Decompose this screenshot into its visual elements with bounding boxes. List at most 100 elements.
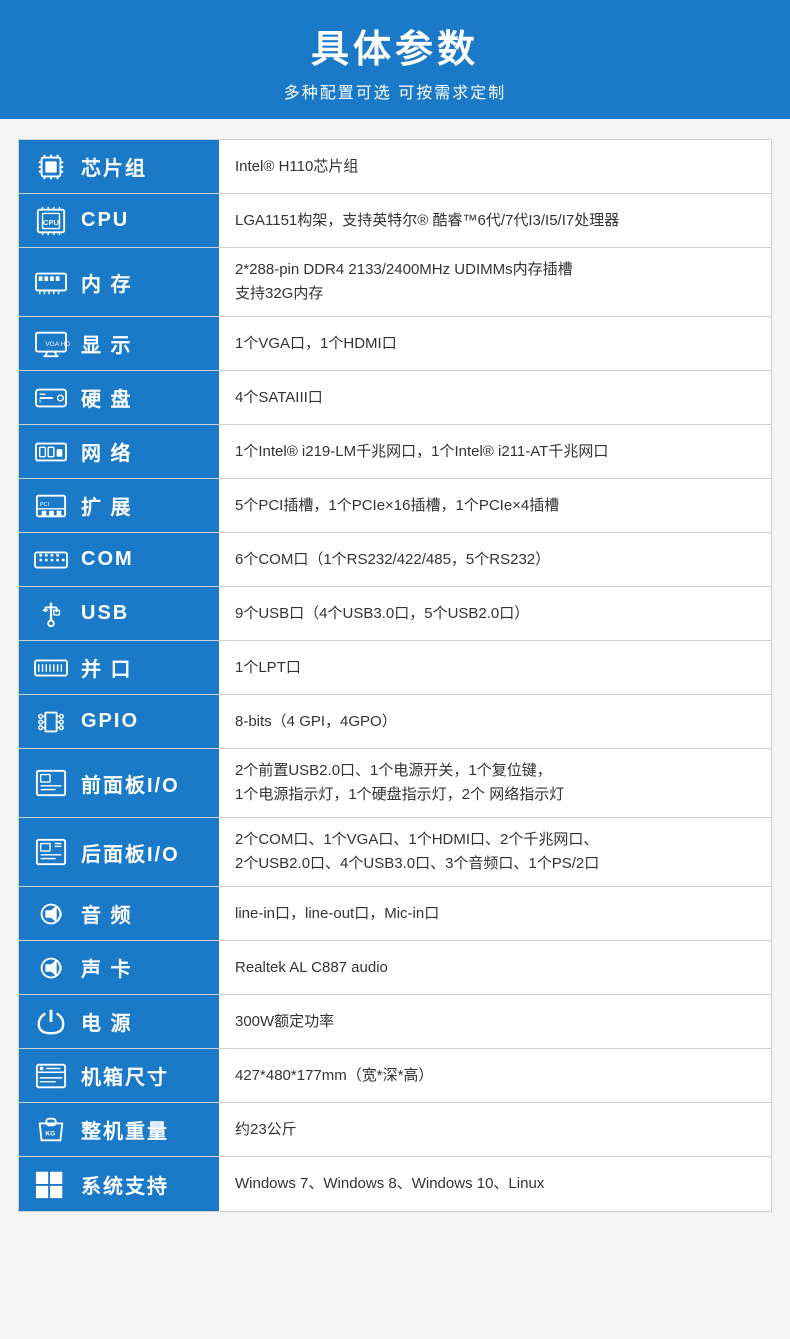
spec-row-chipset: 芯片组 Intel® H110芯片组 <box>19 140 771 194</box>
svg-text:PCI: PCI <box>40 502 50 508</box>
spec-label-text-ram: 内 存 <box>81 268 133 297</box>
spec-value-line: 2个COM口、1个VGA口、1个HDMI口、2个千兆网口、 <box>235 828 599 852</box>
spec-label-front_io: 前面板I/O <box>19 749 219 817</box>
spec-value-line: 1个电源指示灯，1个硬盘指示灯，2个 网络指示灯 <box>235 783 564 807</box>
spec-row-display: VGA HDMI 显 示 1个VGA口，1个HDMI口 <box>19 317 771 371</box>
spec-value-front_io: 2个前置USB2.0口、1个电源开关，1个复位键，1个电源指示灯，1个硬盘指示灯… <box>219 749 771 817</box>
spec-row-network: 网 络1个Intel® i219-LM千兆网口，1个Intel® i211-AT… <box>19 425 771 479</box>
spec-value-rear_io: 2个COM口、1个VGA口、1个HDMI口、2个千兆网口、2个USB2.0口、4… <box>219 818 771 886</box>
audio-icon <box>31 897 71 931</box>
spec-value-com: 6个COM口（1个RS232/422/485，5个RS232） <box>219 533 771 586</box>
spec-label-hdd: 9 硬 盘 <box>19 371 219 424</box>
spec-row-usb: USB 9个USB口（4个USB3.0口，5个USB2.0口） <box>19 587 771 641</box>
spec-value-gpio: 8-bits（4 GPI，4GPO） <box>219 695 771 748</box>
spec-label-text-case_size: 机箱尺寸 <box>81 1061 169 1090</box>
page-subtitle: 多种配置可选 可按需求定制 <box>10 79 780 103</box>
display-icon: VGA HDMI <box>31 327 71 361</box>
spec-value-cpu: LGA1151构架，支持英特尔® 酷睿™6代/7代I3/I5/I7处理器 <box>219 194 771 247</box>
spec-label-os: 系统支持 <box>19 1157 219 1211</box>
spec-label-soundcard: 声 卡 <box>19 941 219 994</box>
spec-label-ram: 内 存 <box>19 248 219 316</box>
hdd-icon: 9 <box>31 381 71 415</box>
spec-row-hdd: 9 硬 盘4个SATAIII口 <box>19 371 771 425</box>
case-icon <box>31 1059 71 1093</box>
spec-label-text-com: COM <box>81 548 134 571</box>
spec-row-ram: 内 存 2*288-pin DDR4 2133/2400MHz UDIMMs内存插… <box>19 248 771 317</box>
spec-value-case_size: 427*480*177mm（宽*深*高） <box>219 1049 771 1102</box>
spec-value-line: 2个前置USB2.0口、1个电源开关，1个复位键， <box>235 759 564 783</box>
spec-label-com: COM <box>19 533 219 586</box>
spec-label-text-power: 电 源 <box>81 1007 133 1036</box>
spec-label-text-audio: 音 频 <box>81 899 133 928</box>
spec-label-text-cpu: CPU <box>81 209 129 232</box>
soundcard-icon <box>31 951 71 985</box>
spec-value-power: 300W额定功率 <box>219 995 771 1048</box>
spec-label-text-hdd: 硬 盘 <box>81 383 133 412</box>
front-icon <box>31 766 71 800</box>
spec-row-com: COM 6个COM口（1个RS232/422/485，5个RS232） <box>19 533 771 587</box>
svg-text:VGA HDMI: VGA HDMI <box>45 340 70 347</box>
spec-label-text-front_io: 前面板I/O <box>81 769 180 798</box>
rear-icon <box>31 835 71 869</box>
svg-text:9: 9 <box>39 398 42 403</box>
spec-value-usb: 9个USB口（4个USB3.0口，5个USB2.0口） <box>219 587 771 640</box>
parallel-icon <box>31 651 71 685</box>
page-title: 具体参数 <box>10 18 780 73</box>
os-icon <box>31 1167 71 1201</box>
com-icon <box>31 543 71 577</box>
power-icon <box>31 1005 71 1039</box>
spec-value-line: 2*288-pin DDR4 2133/2400MHz UDIMMs内存插槽 <box>235 258 573 282</box>
spec-table: 芯片组Intel® H110芯片组 CPU CPULGA1151构架，支持英特尔… <box>18 139 772 1212</box>
spec-label-text-display: 显 示 <box>81 329 133 358</box>
spec-row-os: 系统支持 Windows 7、Windows 8、Windows 10、Linux <box>19 1157 771 1211</box>
gpio-icon <box>31 705 71 739</box>
spec-label-text-chipset: 芯片组 <box>81 152 147 181</box>
spec-value-network: 1个Intel® i219-LM千兆网口，1个Intel® i211-AT千兆网… <box>219 425 771 478</box>
spec-value-parallel: 1个LPT口 <box>219 641 771 694</box>
spec-label-weight: KG 整机重量 <box>19 1103 219 1156</box>
spec-label-text-expand: 扩 展 <box>81 491 133 520</box>
spec-label-gpio: GPIO <box>19 695 219 748</box>
spec-label-cpu: CPU CPU <box>19 194 219 247</box>
usb-icon <box>31 597 71 631</box>
spec-row-expand: PCI 扩 展5个PCI插槽，1个PCIe×16插槽，1个PCIe×4插槽 <box>19 479 771 533</box>
spec-label-text-gpio: GPIO <box>81 710 139 733</box>
spec-row-cpu: CPU CPULGA1151构架，支持英特尔® 酷睿™6代/7代I3/I5/I7… <box>19 194 771 248</box>
spec-value-expand: 5个PCI插槽，1个PCIe×16插槽，1个PCIe×4插槽 <box>219 479 771 532</box>
spec-value-audio: line-in口，line-out口，Mic-in口 <box>219 887 771 940</box>
spec-value-os: Windows 7、Windows 8、Windows 10、Linux <box>219 1157 771 1211</box>
spec-row-audio: 音 频 line-in口，line-out口，Mic-in口 <box>19 887 771 941</box>
spec-row-soundcard: 声 卡 Realtek AL C887 audio <box>19 941 771 995</box>
svg-text:CPU: CPU <box>43 217 59 226</box>
spec-value-chipset: Intel® H110芯片组 <box>219 140 771 193</box>
spec-label-case_size: 机箱尺寸 <box>19 1049 219 1102</box>
spec-label-text-usb: USB <box>81 602 129 625</box>
spec-value-display: 1个VGA口，1个HDMI口 <box>219 317 771 370</box>
spec-row-parallel: 并 口1个LPT口 <box>19 641 771 695</box>
spec-value-line: 2个USB2.0口、4个USB3.0口、3个音频口、1个PS/2口 <box>235 852 599 876</box>
spec-value-hdd: 4个SATAIII口 <box>219 371 771 424</box>
header: 具体参数 多种配置可选 可按需求定制 <box>0 0 790 119</box>
spec-label-text-soundcard: 声 卡 <box>81 953 133 982</box>
spec-value-ram: 2*288-pin DDR4 2133/2400MHz UDIMMs内存插槽支持… <box>219 248 771 316</box>
spec-row-front_io: 前面板I/O 2个前置USB2.0口、1个电源开关，1个复位键，1个电源指示灯，1… <box>19 749 771 818</box>
spec-label-rear_io: 后面板I/O <box>19 818 219 886</box>
spec-row-case_size: 机箱尺寸 427*480*177mm（宽*深*高） <box>19 1049 771 1103</box>
spec-label-power: 电 源 <box>19 995 219 1048</box>
spec-label-chipset: 芯片组 <box>19 140 219 193</box>
spec-label-usb: USB <box>19 587 219 640</box>
ram-icon <box>31 265 71 299</box>
cpu-icon: CPU <box>31 204 71 238</box>
weight-icon: KG <box>31 1113 71 1147</box>
spec-row-power: 电 源 300W额定功率 <box>19 995 771 1049</box>
spec-label-text-os: 系统支持 <box>81 1170 169 1199</box>
svg-text:KG: KG <box>45 1130 55 1137</box>
spec-label-expand: PCI 扩 展 <box>19 479 219 532</box>
chip-icon <box>31 150 71 184</box>
spec-value-weight: 约23公斤 <box>219 1103 771 1156</box>
spec-value-soundcard: Realtek AL C887 audio <box>219 941 771 994</box>
spec-label-audio: 音 频 <box>19 887 219 940</box>
spec-label-text-weight: 整机重量 <box>81 1115 169 1144</box>
spec-label-text-rear_io: 后面板I/O <box>81 838 180 867</box>
expand-icon: PCI <box>31 489 71 523</box>
